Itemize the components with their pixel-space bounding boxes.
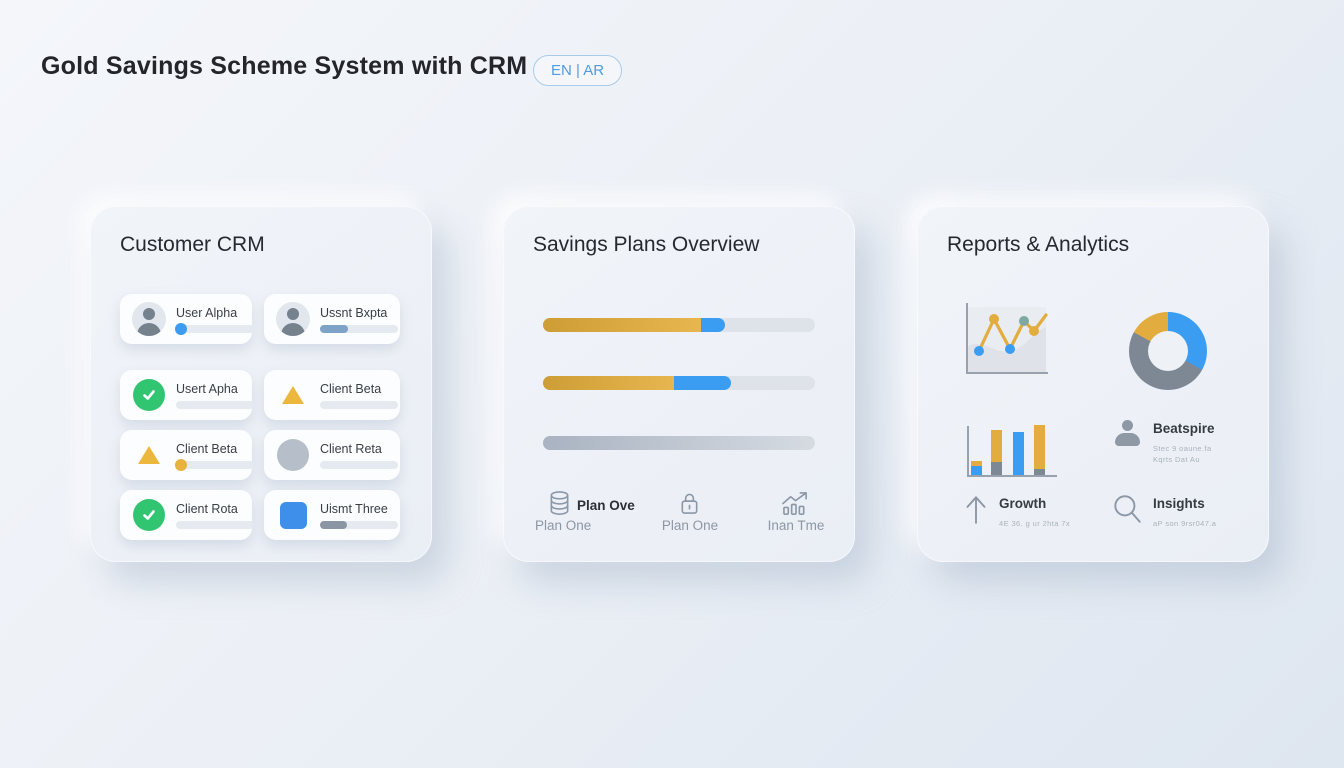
crm-tile-label: User Alpha bbox=[176, 306, 254, 320]
crm-tile-progress bbox=[176, 521, 254, 529]
crm-tile-label: Client Rota bbox=[176, 502, 254, 516]
plan-legend-highlight[interactable]: Plan Ove bbox=[577, 498, 635, 513]
plan-legend-label[interactable]: Plan One bbox=[535, 518, 591, 533]
language-toggle[interactable]: EN | AR bbox=[533, 55, 622, 86]
blue-dot-indicator bbox=[175, 323, 187, 335]
crm-tile[interactable]: Ussnt Bxpta bbox=[264, 294, 400, 344]
plan-progress-bar-2 bbox=[543, 376, 815, 390]
crm-tile-label: Uismt Three bbox=[320, 502, 398, 516]
insights-subtext: aP son 9rsr047.a bbox=[1153, 519, 1216, 528]
green-check-icon bbox=[130, 499, 168, 531]
gray-circle-icon bbox=[274, 439, 312, 471]
crm-tile[interactable]: User Alpha bbox=[120, 294, 252, 344]
crm-tile[interactable]: Usert Apha bbox=[120, 370, 252, 420]
savings-card-title: Savings Plans Overview bbox=[533, 233, 759, 257]
crm-tile[interactable]: Client Beta bbox=[120, 430, 252, 480]
user-avatar-icon bbox=[274, 302, 312, 336]
gold-progress-segment bbox=[543, 318, 701, 332]
crm-tile-progress bbox=[320, 325, 398, 333]
reports-card-title: Reports & Analytics bbox=[947, 233, 1129, 257]
gold-progress-segment bbox=[543, 376, 674, 390]
plan-legend-label[interactable]: Plan One bbox=[650, 518, 730, 533]
crm-tile-progress bbox=[320, 401, 398, 409]
growth-label: Growth bbox=[999, 496, 1046, 511]
crm-tile-label: Ussnt Bxpta bbox=[320, 306, 398, 320]
profile-subtext-2: Kqrts Dat Au bbox=[1153, 455, 1200, 464]
savings-plans-card: Savings Plans Overview Plan Ove Plan One bbox=[503, 206, 855, 562]
allocation-donut-chart bbox=[1129, 312, 1207, 390]
crm-tile[interactable]: Client Rota bbox=[120, 490, 252, 540]
blue-square-icon bbox=[274, 502, 312, 529]
crm-tile-label: Usert Apha bbox=[176, 382, 254, 396]
plan-progress-bar-3 bbox=[543, 436, 815, 450]
plan-progress-bar-1 bbox=[543, 318, 815, 332]
crm-tile-label: Client Beta bbox=[176, 442, 254, 456]
customer-crm-card: Customer CRM User Alpha Ussnt Bxpta User… bbox=[90, 206, 432, 562]
blue-progress-segment bbox=[674, 376, 731, 390]
gold-dot-indicator bbox=[175, 459, 187, 471]
arrow-up-icon bbox=[963, 492, 989, 531]
page-title: Gold Savings Scheme System with CRM bbox=[41, 52, 527, 81]
crm-tile-progress bbox=[176, 325, 254, 333]
crm-tile-label: Client Reta bbox=[320, 442, 398, 456]
crm-tile-progress bbox=[176, 461, 254, 469]
reports-analytics-card: Reports & Analytics Beatspire Ste bbox=[917, 206, 1269, 562]
crm-card-title: Customer CRM bbox=[120, 233, 265, 257]
profile-subtext-1: Stec 9 oaune.fa bbox=[1153, 444, 1212, 453]
gold-triangle-icon bbox=[274, 386, 312, 404]
user-avatar-icon bbox=[130, 302, 168, 336]
crm-tile-progress bbox=[320, 461, 398, 469]
app-window: Gold Savings Scheme System with CRM EN |… bbox=[0, 0, 1344, 768]
gold-triangle-icon bbox=[130, 446, 168, 464]
blue-progress-segment bbox=[701, 318, 725, 332]
progress-fill bbox=[320, 521, 347, 529]
growth-subtext: 4E 36. g ur 2hta 7x bbox=[999, 519, 1070, 528]
crm-tile[interactable]: Client Reta bbox=[264, 430, 400, 480]
green-check-icon bbox=[130, 379, 168, 411]
insights-label: Insights bbox=[1153, 496, 1205, 511]
person-icon bbox=[1113, 419, 1143, 449]
crm-tile-progress bbox=[176, 401, 254, 409]
search-icon bbox=[1111, 492, 1143, 531]
progress-fill bbox=[320, 325, 348, 333]
crm-tile-label: Client Beta bbox=[320, 382, 398, 396]
crm-tile[interactable]: Client Beta bbox=[264, 370, 400, 420]
volume-bar-chart bbox=[961, 422, 1059, 485]
crm-tile[interactable]: Uismt Three bbox=[264, 490, 400, 540]
profile-name: Beatspire bbox=[1153, 421, 1215, 436]
crm-tile-progress bbox=[320, 521, 398, 529]
plan-legend-label[interactable]: Inan Tme bbox=[756, 518, 836, 533]
trend-line-chart bbox=[961, 299, 1049, 384]
donut-hole bbox=[1148, 331, 1188, 371]
